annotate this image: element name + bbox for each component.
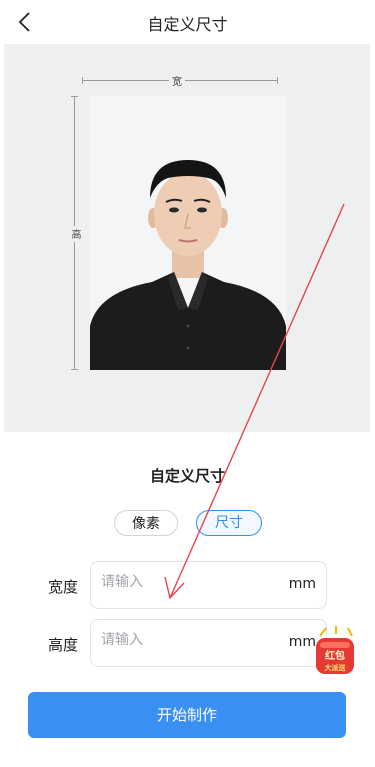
width-label: 宽度 <box>48 578 79 596</box>
height-field: mm <box>90 619 327 667</box>
pixel-mode-button[interactable]: 像素 <box>114 510 178 536</box>
width-field: mm <box>90 561 327 609</box>
portrait-photo <box>90 96 286 370</box>
width-input[interactable] <box>101 574 271 590</box>
height-label: 高度 <box>48 636 79 654</box>
header-bar: 自定义尺寸 <box>0 0 375 44</box>
width-unit: mm <box>288 576 316 592</box>
promo-line2: 大派送 <box>325 663 347 672</box>
red-packet-promo[interactable]: 红包 大派送 <box>312 626 358 680</box>
page-title: 自定义尺寸 <box>147 15 228 34</box>
width-dimension-label: 宽 <box>169 73 185 88</box>
height-input[interactable] <box>101 632 271 648</box>
promo-line1: 红包 <box>325 649 345 662</box>
size-mode-button[interactable]: 尺寸 <box>196 510 262 536</box>
height-dimension-label: 高 <box>67 226 82 242</box>
form-title: 自定义尺寸 <box>149 467 225 485</box>
start-button[interactable]: 开始制作 <box>28 692 346 738</box>
